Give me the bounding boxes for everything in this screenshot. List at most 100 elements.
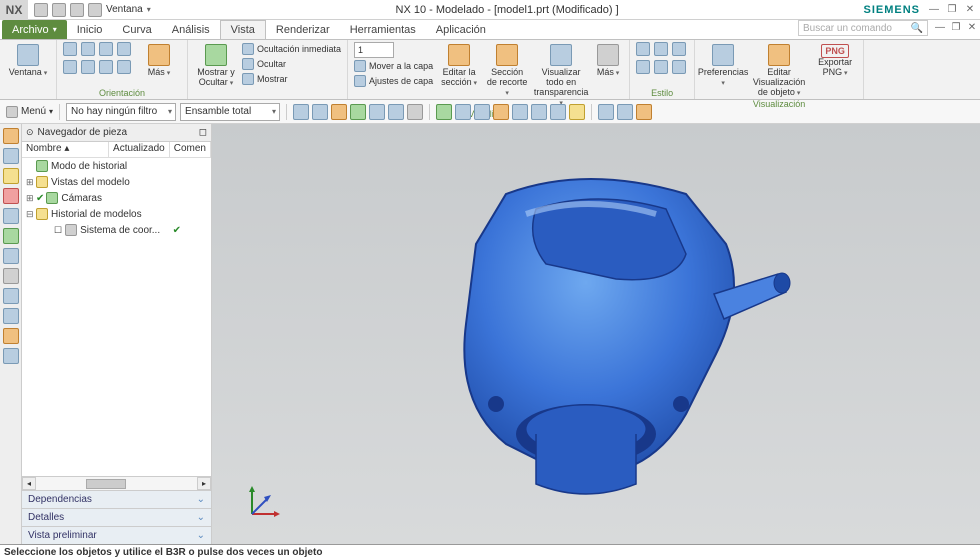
rail-icon[interactable] bbox=[3, 148, 19, 164]
col-actualizado[interactable]: Actualizado bbox=[109, 142, 170, 157]
tb-icon[interactable] bbox=[436, 104, 452, 120]
qat-new-icon[interactable] bbox=[34, 3, 48, 17]
col-nombre[interactable]: Nombre ▴ bbox=[22, 142, 109, 157]
tab-curva[interactable]: Curva bbox=[112, 20, 161, 39]
tb-icon[interactable] bbox=[369, 104, 385, 120]
scroll-thumb[interactable] bbox=[86, 479, 126, 489]
panel-pin-icon[interactable]: ◻ bbox=[199, 127, 207, 138]
tab-vista[interactable]: Vista bbox=[220, 20, 266, 39]
tab-aplicacion[interactable]: Aplicación bbox=[426, 20, 496, 39]
tb-icon[interactable] bbox=[293, 104, 309, 120]
scroll-right-button[interactable]: ▸ bbox=[197, 477, 211, 490]
rail-icon[interactable] bbox=[3, 208, 19, 224]
rail-icon[interactable] bbox=[3, 228, 19, 244]
file-menu[interactable]: Archivo bbox=[2, 20, 67, 39]
style-icon[interactable] bbox=[654, 60, 668, 74]
tb-icon[interactable] bbox=[531, 104, 547, 120]
tb-icon[interactable] bbox=[407, 104, 423, 120]
hide-button[interactable]: Ocultar bbox=[242, 57, 341, 71]
orient-icon[interactable] bbox=[99, 60, 113, 74]
section-detalles[interactable]: Detalles⌄ bbox=[22, 508, 211, 526]
preferences-button[interactable]: Preferencias bbox=[701, 42, 745, 88]
tab-analisis[interactable]: Análisis bbox=[162, 20, 220, 39]
rail-icon[interactable] bbox=[3, 308, 19, 324]
immediate-hide-button[interactable]: Ocultación inmediata bbox=[242, 42, 341, 56]
tb-icon[interactable] bbox=[569, 104, 585, 120]
scroll-left-button[interactable]: ◂ bbox=[22, 477, 36, 490]
col-comen[interactable]: Comen bbox=[170, 142, 211, 157]
rail-icon[interactable] bbox=[3, 248, 19, 264]
qat-open-icon[interactable] bbox=[52, 3, 66, 17]
orient-icon[interactable] bbox=[117, 42, 131, 56]
section-vista-preliminar[interactable]: Vista preliminar⌄ bbox=[22, 526, 211, 544]
tb-icon[interactable] bbox=[312, 104, 328, 120]
show-hide-button[interactable]: Mostrar y Ocultar bbox=[194, 42, 238, 88]
style-icon[interactable] bbox=[672, 42, 686, 56]
rail-icon[interactable] bbox=[3, 268, 19, 284]
tree-row-history-mode[interactable]: Modo de historial bbox=[22, 158, 211, 174]
close-button[interactable]: ✕ bbox=[962, 3, 978, 17]
tb-icon[interactable] bbox=[636, 104, 652, 120]
qat-save-icon[interactable] bbox=[70, 3, 84, 17]
tree-row-cameras[interactable]: ⊞✔ Cámaras bbox=[22, 190, 211, 206]
more-visibility-button[interactable]: Más bbox=[593, 42, 623, 78]
tb-icon[interactable] bbox=[474, 104, 490, 120]
tb-icon[interactable] bbox=[455, 104, 471, 120]
qat-switch-icon[interactable] bbox=[88, 3, 102, 17]
tree-row-model-views[interactable]: ⊞ Vistas del modelo bbox=[22, 174, 211, 190]
rail-icon[interactable] bbox=[3, 348, 19, 364]
rail-part-navigator-icon[interactable] bbox=[3, 128, 19, 144]
style-icon[interactable] bbox=[636, 60, 650, 74]
tb-icon[interactable] bbox=[550, 104, 566, 120]
orient-icon[interactable] bbox=[99, 42, 113, 56]
orient-icon[interactable] bbox=[81, 60, 95, 74]
restore-button[interactable]: ❐ bbox=[944, 3, 960, 17]
edit-object-display-button[interactable]: Editar Visualización de objeto bbox=[749, 42, 809, 98]
command-search[interactable]: Buscar un comando 🔍 bbox=[798, 20, 928, 36]
doc-minimize-button[interactable]: — bbox=[932, 20, 948, 34]
minimize-button[interactable]: — bbox=[926, 3, 942, 17]
rail-icon[interactable] bbox=[3, 188, 19, 204]
section-dependencias[interactable]: Dependencias⌄ bbox=[22, 490, 211, 508]
tb-icon[interactable] bbox=[350, 104, 366, 120]
menu-dropdown[interactable]: Menú▾ bbox=[6, 106, 53, 118]
doc-restore-button[interactable]: ❐ bbox=[948, 20, 964, 34]
tree-row-model-history[interactable]: ⊟ Historial de modelos bbox=[22, 206, 211, 222]
orient-icon[interactable] bbox=[63, 60, 77, 74]
graphics-viewport[interactable] bbox=[212, 124, 980, 544]
tb-icon[interactable] bbox=[617, 104, 633, 120]
filter-select[interactable]: No hay ningún filtro bbox=[66, 103, 176, 121]
edit-section-button[interactable]: Editar la sección bbox=[437, 42, 481, 88]
style-icon[interactable] bbox=[654, 42, 668, 56]
tree-row-coord-system[interactable]: ☐ Sistema de coor... ✔ bbox=[22, 222, 211, 238]
panel-scrollbar[interactable]: ◂ ▸ bbox=[22, 476, 211, 490]
show-button[interactable]: Mostrar bbox=[242, 72, 341, 86]
rail-icon[interactable] bbox=[3, 328, 19, 344]
tb-icon[interactable] bbox=[331, 104, 347, 120]
qat-window-label[interactable]: Ventana bbox=[106, 4, 143, 15]
style-icon[interactable] bbox=[636, 42, 650, 56]
orient-icon[interactable] bbox=[81, 42, 95, 56]
style-icon[interactable] bbox=[672, 60, 686, 74]
assembly-select[interactable]: Ensamble total bbox=[180, 103, 280, 121]
tab-inicio[interactable]: Inicio bbox=[67, 20, 113, 39]
orient-icon[interactable] bbox=[63, 42, 77, 56]
tb-icon[interactable] bbox=[493, 104, 509, 120]
layer-number-input[interactable]: 1 bbox=[354, 42, 394, 58]
view-triad[interactable] bbox=[242, 484, 282, 524]
see-through-button[interactable]: Visualizar todo en transparencia bbox=[533, 42, 589, 108]
layer-settings-button[interactable]: Ajustes de capa bbox=[354, 74, 433, 88]
clip-section-button[interactable]: Sección de recorte bbox=[485, 42, 529, 98]
rail-icon[interactable] bbox=[3, 288, 19, 304]
tb-icon[interactable] bbox=[388, 104, 404, 120]
move-to-layer-button[interactable]: Mover a la capa bbox=[354, 59, 433, 73]
more-orientation-button[interactable]: Más bbox=[137, 42, 181, 78]
orient-icon[interactable] bbox=[117, 60, 131, 74]
rail-icon[interactable] bbox=[3, 168, 19, 184]
tab-renderizar[interactable]: Renderizar bbox=[266, 20, 340, 39]
tab-herramientas[interactable]: Herramientas bbox=[340, 20, 426, 39]
doc-close-button[interactable]: ✕ bbox=[964, 20, 980, 34]
tb-icon[interactable] bbox=[512, 104, 528, 120]
tb-icon[interactable] bbox=[598, 104, 614, 120]
export-png-button[interactable]: PNG Exportar PNG bbox=[813, 42, 857, 78]
